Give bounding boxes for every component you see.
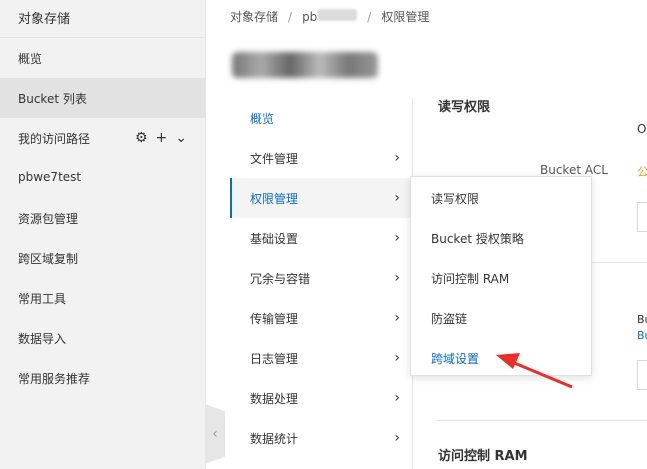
- sidebar-item-tools[interactable]: 常用工具: [0, 278, 205, 318]
- bucket-acl-label: Bucket ACL: [540, 163, 608, 177]
- submenu-item-ram[interactable]: 访问控制 RAM: [411, 257, 591, 297]
- breadcrumb-separator: /: [367, 9, 372, 24]
- sidebar-item-cross-region[interactable]: 跨区域复制: [0, 238, 205, 278]
- subnav-item-overview[interactable]: 概览: [230, 98, 412, 138]
- subnav-item-transfer[interactable]: 传输管理 ›: [230, 298, 412, 338]
- policy-setting-box[interactable]: [637, 360, 647, 390]
- sidebar-item-resource-packs[interactable]: 资源包管理: [0, 198, 205, 238]
- breadcrumb-current: 权限管理: [381, 10, 430, 24]
- sidebar-collapse-handle[interactable]: ‹: [205, 404, 225, 464]
- subnav-item-label: 概览: [250, 111, 275, 126]
- breadcrumb: 对象存储 / pb / 权限管理: [230, 8, 429, 25]
- chevron-down-icon[interactable]: ⌄: [175, 130, 187, 146]
- subnav-item-label: 冗余与容错: [250, 271, 311, 286]
- breadcrumb-bucket[interactable]: pb: [302, 9, 358, 24]
- submenu-item-cors[interactable]: 跨域设置: [411, 337, 591, 377]
- subnav-item-basic-settings[interactable]: 基础设置 ›: [230, 218, 412, 258]
- breadcrumb-root[interactable]: 对象存储: [230, 8, 278, 25]
- chevron-right-icon: ›: [394, 350, 400, 366]
- submenu-item-rw-permission[interactable]: 读写权限: [411, 177, 591, 217]
- bucket-acl-value: 公: [637, 165, 647, 179]
- sidebar-item-my-paths-label: 我的访问路径: [18, 131, 91, 146]
- breadcrumb-separator: /: [288, 9, 293, 24]
- sidebar-item-data-import[interactable]: 数据导入: [0, 318, 205, 358]
- sidebar-item-bucket-list[interactable]: Bucket 列表: [0, 78, 205, 118]
- chevron-right-icon: ›: [394, 390, 400, 406]
- section-title-rw-permission: 读写权限: [438, 100, 491, 115]
- subnav-item-redundancy[interactable]: 冗余与容错 ›: [230, 258, 412, 298]
- page-title-redacted: [232, 52, 378, 78]
- sidebar-item-my-paths[interactable]: 我的访问路径 ⚙ + ⌄: [0, 118, 205, 158]
- chevron-right-icon: ›: [394, 150, 400, 166]
- plus-icon[interactable]: +: [156, 130, 168, 146]
- subnav-item-logs[interactable]: 日志管理 ›: [230, 338, 412, 378]
- subnav-item-data-processing[interactable]: 数据处理 ›: [230, 378, 412, 418]
- sidebar-item-services[interactable]: 常用服务推荐: [0, 358, 205, 398]
- truncated-text: O: [637, 122, 647, 136]
- subnav-item-label: 数据统计: [250, 431, 299, 446]
- section-title-ram: 访问控制 RAM: [438, 449, 528, 464]
- redacted-text: [317, 9, 358, 21]
- sidebar-item-overview[interactable]: 概览: [0, 38, 205, 78]
- subnav-item-label: 日志管理: [250, 351, 299, 366]
- sidebar: 对象存储 概览 Bucket 列表 我的访问路径 ⚙ + ⌄ pbwe7test…: [0, 0, 206, 469]
- chevron-right-icon: ›: [394, 190, 400, 206]
- sidebar-title: 对象存储: [0, 0, 205, 38]
- subnav-item-label: 数据处理: [250, 391, 299, 406]
- chevron-right-icon: ›: [394, 310, 400, 326]
- bucket-subnav: 概览 文件管理 › 权限管理 › 基础设置 › 冗余与容错 › 传输管理 › 日志管理 › …: [230, 98, 412, 458]
- divider: [437, 420, 647, 421]
- submenu-item-bucket-policy[interactable]: Bucket 授权策略: [411, 217, 591, 257]
- subnav-item-data-stats[interactable]: 数据统计 ›: [230, 418, 412, 458]
- truncated-text: Bu: [637, 313, 647, 326]
- sidebar-item-bucket-path[interactable]: pbwe7test: [0, 158, 205, 198]
- chevron-right-icon: ›: [394, 430, 400, 446]
- subnav-item-label: 权限管理: [250, 191, 299, 206]
- gear-icon[interactable]: ⚙: [135, 130, 148, 146]
- submenu-item-hotlink-protection[interactable]: 防盗链: [411, 297, 591, 337]
- chevron-right-icon: ›: [394, 270, 400, 286]
- acl-setting-box[interactable]: [637, 202, 647, 232]
- subnav-item-label: 文件管理: [250, 151, 299, 166]
- truncated-link[interactable]: Bu: [637, 329, 647, 342]
- permissions-submenu: 读写权限 Bucket 授权策略 访问控制 RAM 防盗链 跨域设置: [410, 176, 592, 376]
- subnav-item-files[interactable]: 文件管理 ›: [230, 138, 412, 178]
- subnav-item-label: 传输管理: [250, 311, 299, 326]
- subnav-item-label: 基础设置: [250, 231, 299, 246]
- subnav-item-permissions[interactable]: 权限管理 ›: [230, 178, 412, 218]
- chevron-right-icon: ›: [394, 230, 400, 246]
- breadcrumb-bucket-prefix: pb: [302, 10, 318, 24]
